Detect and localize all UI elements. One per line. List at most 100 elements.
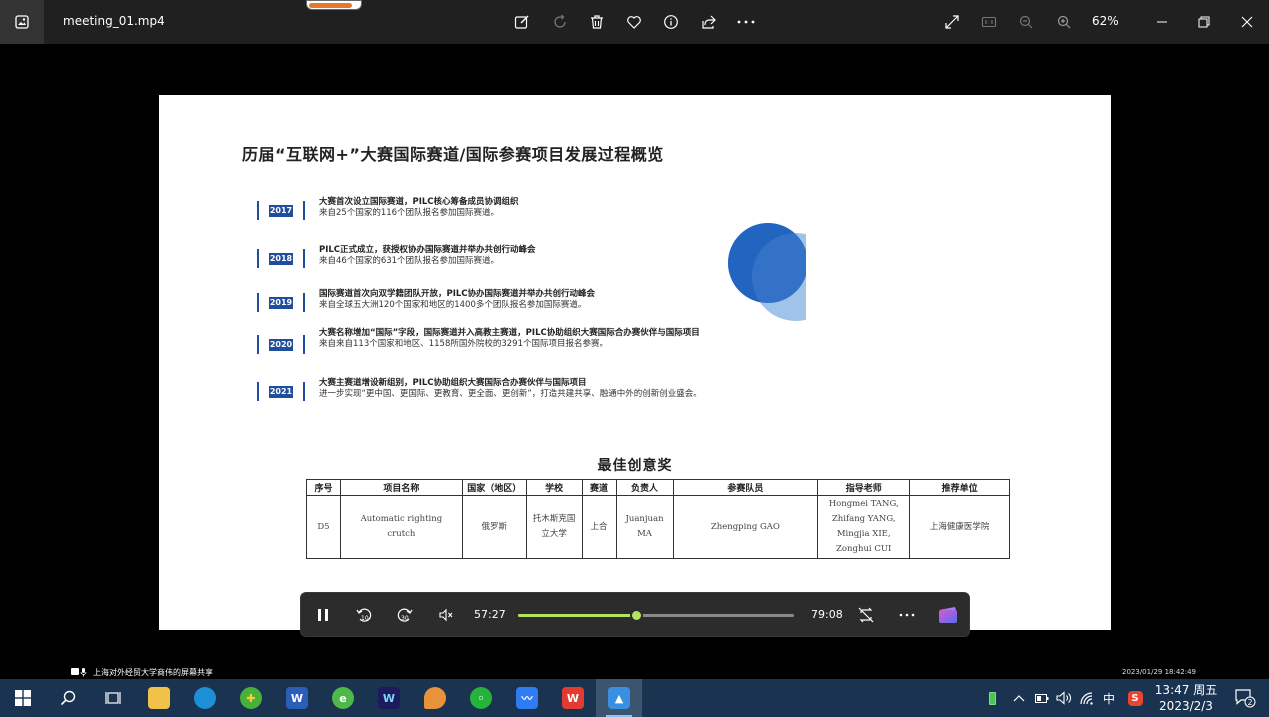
seek-thumb[interactable]: [629, 609, 643, 622]
column-header: 国家（地区）: [461, 479, 527, 496]
more-options-icon[interactable]: [734, 10, 758, 34]
lanxin-icon[interactable]: 〰: [504, 679, 550, 717]
current-time: 57:27: [474, 608, 506, 621]
battery-status-icon[interactable]: [984, 679, 1000, 717]
clock-date: 2023/2/3: [1159, 699, 1213, 713]
more-options-icon[interactable]: [895, 603, 919, 627]
restore-icon[interactable]: [1192, 10, 1216, 34]
load-progress-indicator: [306, 0, 362, 10]
column-header: 学校: [525, 479, 583, 496]
timeline-detail: 进一步实现“更中国、更国际、更教育、更全面、更创新”，打造共建共享、融通中外的创…: [319, 389, 702, 399]
table-cell: D5: [306, 495, 341, 559]
edit-icon[interactable]: [510, 10, 534, 34]
edge-browser-icon[interactable]: [182, 679, 228, 717]
award-title: 最佳创意奖: [597, 458, 673, 474]
sogou-input-icon[interactable]: S: [1125, 679, 1145, 717]
rotate-icon[interactable]: [548, 10, 572, 34]
share-icon[interactable]: [697, 10, 721, 34]
presentation-slide: 历届“互联网+”大赛国际赛道/国际参赛项目发展过程概览 2017 大赛首次设立国…: [159, 95, 1111, 630]
delete-icon[interactable]: [585, 10, 609, 34]
share-status-icons: [71, 668, 87, 677]
column-header: 赛道: [581, 479, 617, 496]
photos-app-window: meeting_01.mp4 62% 历届“互联网+”大赛国际赛道/国际参赛项目…: [0, 0, 1269, 717]
svg-text:30: 30: [401, 615, 409, 622]
decorative-circles-graphic: [724, 213, 806, 341]
table-row: D5 Automatic righting crutch 俄罗斯 托木斯克国立大…: [306, 495, 1010, 559]
table-cell: Automatic righting crutch: [339, 495, 463, 559]
wifi-icon[interactable]: [1078, 679, 1098, 717]
timeline-heading: 大赛首次设立国际赛道，PILC核心筹备成员协调组织: [319, 197, 519, 207]
repeat-off-icon[interactable]: [854, 603, 878, 627]
photos-app-icon[interactable]: [0, 0, 44, 44]
start-button[interactable]: [0, 679, 46, 717]
zoom-out-icon[interactable]: [1014, 10, 1038, 34]
clock-time: 13:47 周五: [1154, 683, 1218, 697]
word-icon[interactable]: W: [274, 679, 320, 717]
year-badge: 2018: [269, 252, 293, 265]
file-name: meeting_01.mp4: [63, 14, 165, 28]
table-cell: 托木斯克国立大学: [525, 495, 583, 559]
year-badge: 2019: [269, 296, 293, 309]
title-bar: meeting_01.mp4 62%: [0, 0, 1269, 44]
year-badge: 2017: [269, 204, 293, 217]
table-cell: Juanjuan MA: [615, 495, 674, 559]
minimize-icon[interactable]: [1150, 10, 1174, 34]
pause-button[interactable]: [311, 603, 335, 627]
table-cell: Hongmei TANG, Zhifang YANG, Mingjia XIE,…: [817, 495, 911, 559]
zoom-level[interactable]: 62%: [1092, 14, 1119, 28]
skip-back-10-button[interactable]: 10: [352, 603, 376, 627]
media-app-icon[interactable]: [412, 679, 458, 717]
mute-icon[interactable]: [434, 603, 458, 627]
timeline-heading: 大赛名称增加“国际”字段，国际赛道并入高教主赛道，PILC协助组织大赛国际合办赛…: [319, 328, 700, 338]
video-editor-icon[interactable]: [936, 603, 960, 627]
table-cell: 俄罗斯: [461, 495, 527, 559]
award-table: 序号 项目名称 国家（地区） 学校 赛道 负责人 参赛队员 指导老师 推荐单位 …: [306, 479, 1010, 559]
taskbar-clock[interactable]: 13:47 周五 2023/2/3: [1154, 682, 1218, 714]
timeline-heading: 大赛主赛道增设新组别，PILC协助组织大赛国际合办赛伙伴与国际项目: [319, 378, 587, 388]
power-icon[interactable]: [1033, 679, 1051, 717]
skip-forward-30-button[interactable]: 30: [393, 603, 417, 627]
table-cell: Zhengping GAO: [672, 495, 819, 559]
svg-text:10: 10: [361, 615, 369, 622]
slide-title: 历届“互联网+”大赛国际赛道/国际参赛项目发展过程概览: [242, 145, 664, 164]
wps-office-icon[interactable]: W: [550, 679, 596, 717]
share-caption-text: 上海对外经贸大学商伟的屏幕共享: [93, 668, 213, 677]
notification-count: 2: [1247, 698, 1252, 707]
column-header: 参赛队员: [672, 479, 819, 496]
timeline-detail: 来自25个国家的116个团队报名参加国际赛道。: [319, 208, 500, 218]
security-app-icon[interactable]: ✚: [228, 679, 274, 717]
column-header: 指导老师: [817, 479, 911, 496]
search-icon[interactable]: [45, 679, 91, 717]
table-header-row: 序号 项目名称 国家（地区） 学校 赛道 负责人 参赛队员 指导老师 推荐单位: [306, 479, 1010, 496]
fullscreen-icon[interactable]: [940, 10, 964, 34]
close-icon[interactable]: [1235, 10, 1259, 34]
input-method-indicator[interactable]: 中: [1100, 679, 1118, 717]
volume-icon[interactable]: [1054, 679, 1074, 717]
photos-taskbar-icon[interactable]: ▲: [596, 679, 642, 717]
table-cell: 上海健康医学院: [909, 495, 1010, 559]
zoom-in-icon[interactable]: [1052, 10, 1076, 34]
seek-bar[interactable]: [518, 609, 794, 622]
media-controls: 10 30 57:27 79:08: [300, 592, 970, 637]
column-header: 推荐单位: [909, 479, 1010, 496]
favorite-heart-icon[interactable]: [622, 10, 646, 34]
windows-taskbar: ✚ W e W ◦ 〰 W ▲ 中 S 13:47 周五 2023/2/3 2: [0, 679, 1269, 717]
task-view-icon[interactable]: [90, 679, 136, 717]
info-icon[interactable]: [659, 10, 683, 34]
actual-size-icon[interactable]: [977, 10, 1001, 34]
file-explorer-icon[interactable]: [136, 679, 182, 717]
notification-center-icon[interactable]: 2: [1225, 679, 1265, 717]
year-badge: 2021: [269, 385, 293, 398]
show-hidden-icons-chevron-up-icon[interactable]: [1010, 679, 1028, 717]
timeline-detail: 来自46个国家的631个团队报名参加国际赛道。: [319, 256, 500, 266]
screen-share-caption: 上海对外经贸大学商伟的屏幕共享: [71, 667, 213, 678]
meeting-app-icon[interactable]: W: [366, 679, 412, 717]
browser-app-icon[interactable]: e: [320, 679, 366, 717]
column-header: 序号: [306, 479, 341, 496]
timeline-detail: 来自来自113个国家和地区、1158所国外院校的3291个国际项目报名参赛。: [319, 339, 608, 349]
timeline-detail: 来自全球五大洲120个国家和地区的1400多个团队报名参加国际赛道。: [319, 300, 587, 310]
recording-timestamp: 2023/01/29 18:42:49: [1122, 668, 1197, 676]
timeline-heading: PILC正式成立，获授权协办国际赛道并举办共创行动峰会: [319, 245, 536, 255]
timeline-heading: 国际赛道首次向双学籍团队开放，PILC协办国际赛道并举办共创行动峰会: [319, 289, 596, 299]
wechat-icon[interactable]: ◦: [458, 679, 504, 717]
